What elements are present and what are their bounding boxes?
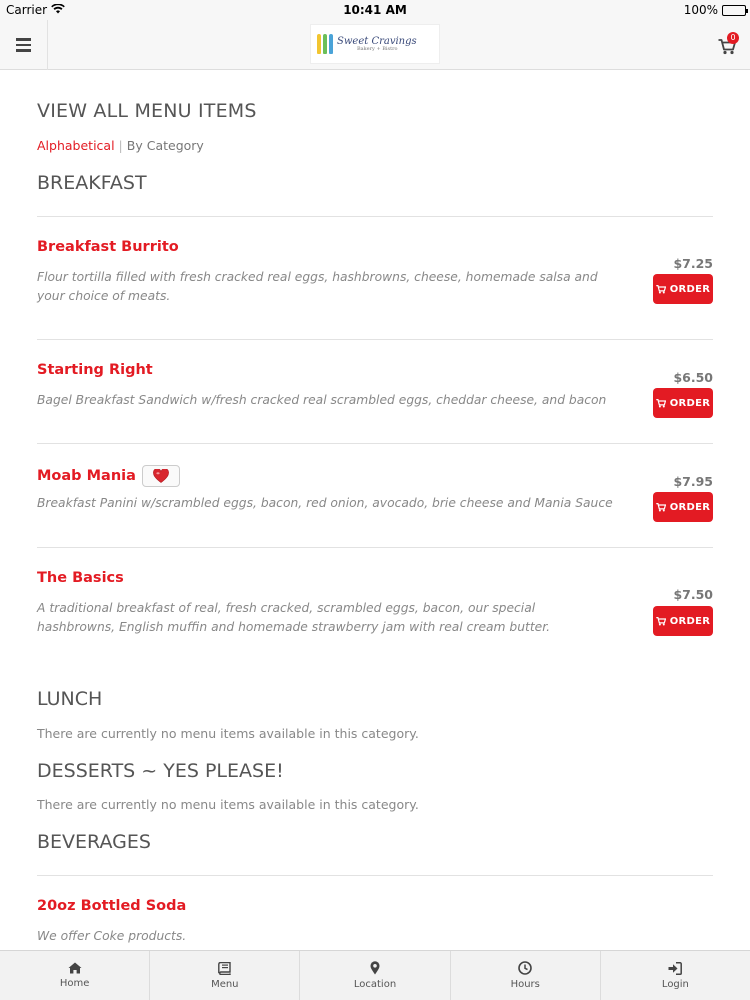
item-price: $7.25: [673, 256, 713, 271]
battery-icon: [722, 4, 748, 16]
item-name[interactable]: 20oz Bottled Soda: [37, 898, 186, 914]
order-button[interactable]: ORDER: [653, 492, 713, 522]
item-description: A traditional breakfast of real, fresh c…: [37, 601, 551, 634]
cart-count-badge: 0: [727, 32, 739, 44]
tab-label: Menu: [211, 978, 239, 990]
item-name[interactable]: Moab Mania: [37, 465, 180, 487]
menu-item: Starting Right Bagel Breakfast Sandwich …: [37, 362, 713, 442]
divider: [37, 216, 713, 217]
divider: [37, 547, 713, 548]
sort-by-category-link[interactable]: By Category: [127, 138, 204, 153]
category-title-breakfast: BREAKFAST: [37, 172, 147, 194]
empty-category-message: There are currently no menu items availa…: [37, 797, 419, 812]
tab-home[interactable]: Home: [0, 951, 149, 1000]
book-icon: [218, 961, 231, 975]
status-bar: Carrier 10:41 AM 100%: [0, 0, 750, 20]
empty-category-message: There are currently no menu items availa…: [37, 726, 419, 741]
tab-label: Location: [353, 979, 397, 990]
tab-menu[interactable]: Menu: [149, 951, 299, 1000]
page-title: VIEW ALL MENU ITEMS: [37, 100, 257, 122]
order-button[interactable]: ORDER: [653, 388, 713, 418]
status-time: 10:41 AM: [343, 3, 407, 17]
order-button[interactable]: ORDER: [653, 274, 713, 304]
item-name[interactable]: The Basics: [37, 570, 124, 586]
divider: [37, 443, 713, 444]
tab-label: Home: [59, 978, 90, 989]
divider: [37, 875, 713, 876]
cart-icon: [655, 284, 666, 294]
item-description: We offer Coke products.: [37, 929, 187, 943]
order-label: ORDER: [669, 283, 711, 295]
category-title-lunch: LUNCH: [37, 688, 103, 710]
menu-item: Moab Mania Breakfast Panini w/scrambled …: [37, 465, 713, 545]
menu-item: 20oz Bottled Soda We offer Coke products…: [37, 898, 713, 958]
tab-label: Hours: [510, 979, 540, 990]
item-description: Breakfast Panini w/scrambled eggs, bacon…: [37, 496, 613, 510]
sign-in-icon: [668, 961, 683, 975]
item-description: Bagel Breakfast Sandwich w/fresh cracked…: [37, 393, 607, 407]
brand-logo[interactable]: Sweet Cravings Bakery + Bistro: [310, 24, 440, 64]
item-description: Flour tortilla filled with fresh cracked…: [37, 270, 598, 303]
item-price: $6.50: [673, 370, 713, 385]
category-title-desserts: DESSERTS ~ YES PLEASE!: [37, 760, 284, 782]
tab-label: Login: [661, 978, 689, 990]
sort-separator: |: [118, 138, 123, 153]
clock-icon: [518, 961, 533, 975]
item-price: $7.95: [673, 474, 713, 489]
logo-name: Sweet Cravings: [337, 35, 417, 47]
battery-indicator: 100%: [683, 3, 748, 17]
cart-button[interactable]: 0: [716, 32, 742, 58]
utensils-icon: [317, 34, 333, 54]
heart-icon: [153, 469, 169, 483]
order-label: ORDER: [669, 501, 711, 513]
tab-hours[interactable]: Hours: [449, 951, 600, 1000]
tab-location[interactable]: Location: [299, 951, 449, 1000]
item-name[interactable]: Breakfast Burrito: [37, 239, 179, 255]
sort-alphabetical-link[interactable]: Alphabetical: [37, 138, 115, 153]
order-label: ORDER: [669, 397, 711, 409]
map-marker-icon: [370, 961, 380, 975]
item-name[interactable]: Starting Right: [37, 362, 153, 378]
tab-login[interactable]: Login: [599, 951, 750, 1000]
bottom-tab-bar: Home Menu Location Hours Login: [0, 950, 750, 1000]
menu-item: The Basics A traditional breakfast of re…: [37, 570, 713, 670]
favorite-badge: [141, 465, 180, 487]
cart-icon: [655, 616, 666, 626]
divider: [37, 339, 713, 340]
battery-label: 100%: [683, 3, 718, 17]
hamburger-icon: [16, 38, 31, 41]
order-button[interactable]: ORDER: [653, 606, 713, 636]
menu-item: Breakfast Burrito Flour tortilla filled …: [37, 239, 713, 339]
menu-toggle-button[interactable]: [0, 20, 48, 70]
order-label: ORDER: [669, 615, 711, 627]
home-icon: [68, 962, 82, 974]
logo-subtitle: Bakery + Bistro: [357, 45, 398, 52]
category-title-beverages: BEVERAGES: [37, 831, 151, 853]
cart-icon: [655, 502, 666, 512]
app-header: Sweet Cravings Bakery + Bistro 0: [0, 20, 750, 70]
cart-icon: [655, 398, 666, 408]
item-price: $7.50: [673, 587, 713, 602]
sort-options: Alphabetical | By Category: [37, 138, 204, 153]
